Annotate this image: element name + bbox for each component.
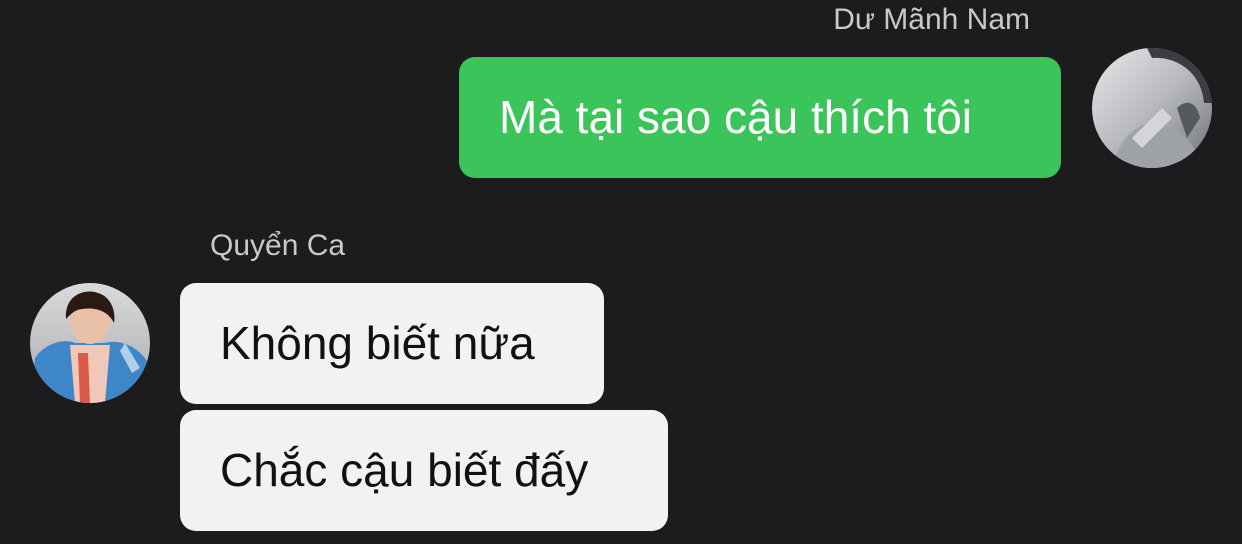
sender-name-incoming: Quyển Ca [210,229,346,262]
message-bubble-incoming[interactable]: Không biết nữa [180,283,604,404]
avatar-icon [1092,48,1212,168]
avatar[interactable] [30,283,150,403]
chat-view: Dư Mãnh Nam Mà tại sao cậu thích tôi Quy… [0,0,1242,544]
sender-name-outgoing: Dư Mãnh Nam [833,3,1030,36]
avatar-icon [30,283,150,403]
avatar[interactable] [1092,48,1212,168]
message-bubble-incoming[interactable]: Chắc cậu biết đấy [180,410,668,531]
message-bubble-outgoing[interactable]: Mà tại sao cậu thích tôi [459,57,1061,178]
